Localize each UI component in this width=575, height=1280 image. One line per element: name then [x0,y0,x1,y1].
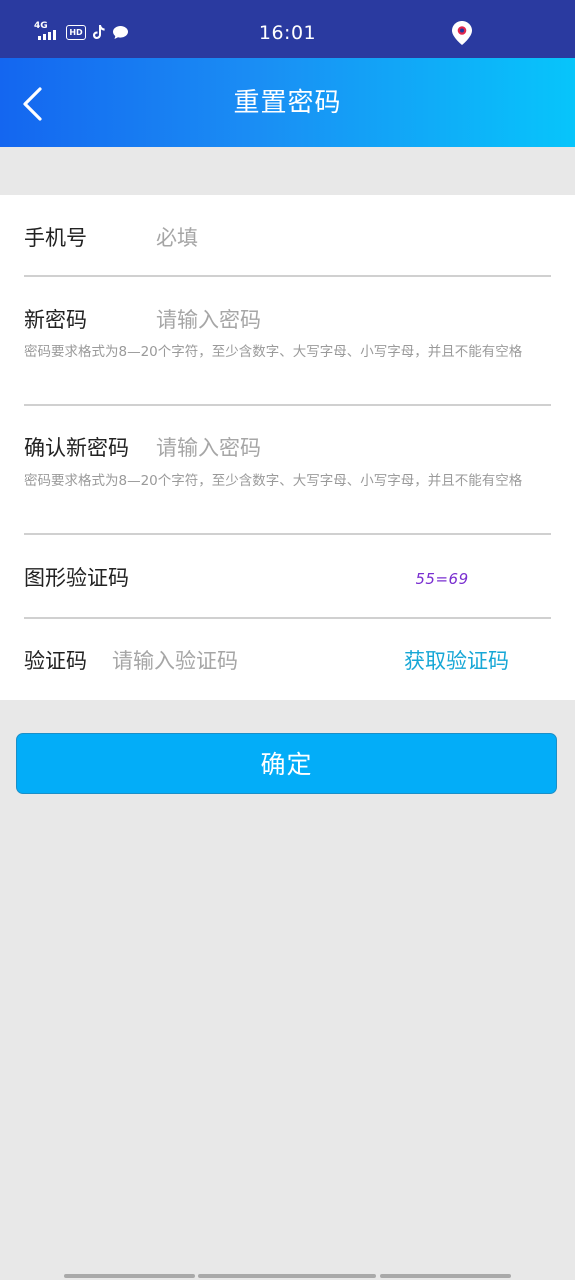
new-password-label: 新密码 [24,308,87,332]
divider [24,404,551,406]
status-bar: 4G HD 16:01 [0,0,575,58]
verification-code-input[interactable] [112,646,382,676]
new-password-hint: 密码要求格式为8—20个字符，至少含数字、大写字母、小写字母，并且不能有空格 [24,344,523,360]
verification-code-label: 验证码 [24,649,87,673]
phone-input[interactable] [156,223,536,253]
status-time: 16:01 [258,22,317,44]
confirm-password-hint: 密码要求格式为8—20个字符，至少含数字、大写字母、小写字母，并且不能有空格 [24,473,523,489]
header-bar: 重置密码 [0,58,575,147]
divider [24,617,551,619]
captcha-label: 图形验证码 [24,566,129,590]
nav-handle [64,1274,195,1278]
phone-label: 手机号 [24,226,87,250]
location-pin-icon [451,20,473,50]
new-password-input[interactable] [156,305,536,335]
confirm-password-label: 确认新密码 [24,436,129,460]
confirm-button[interactable]: 确定 [16,733,557,794]
divider [24,533,551,535]
divider [24,275,551,277]
confirm-password-input[interactable] [156,433,536,463]
get-verification-code-button[interactable]: 获取验证码 [404,647,509,675]
reset-password-form: 手机号 新密码 密码要求格式为8—20个字符，至少含数字、大写字母、小写字母，并… [0,195,575,700]
nav-handle [198,1274,376,1278]
page-title: 重置密码 [233,88,342,118]
nav-handle [380,1274,511,1278]
captcha-text: 55=69 [416,570,469,588]
captcha-image[interactable]: 55=69 [415,567,476,591]
